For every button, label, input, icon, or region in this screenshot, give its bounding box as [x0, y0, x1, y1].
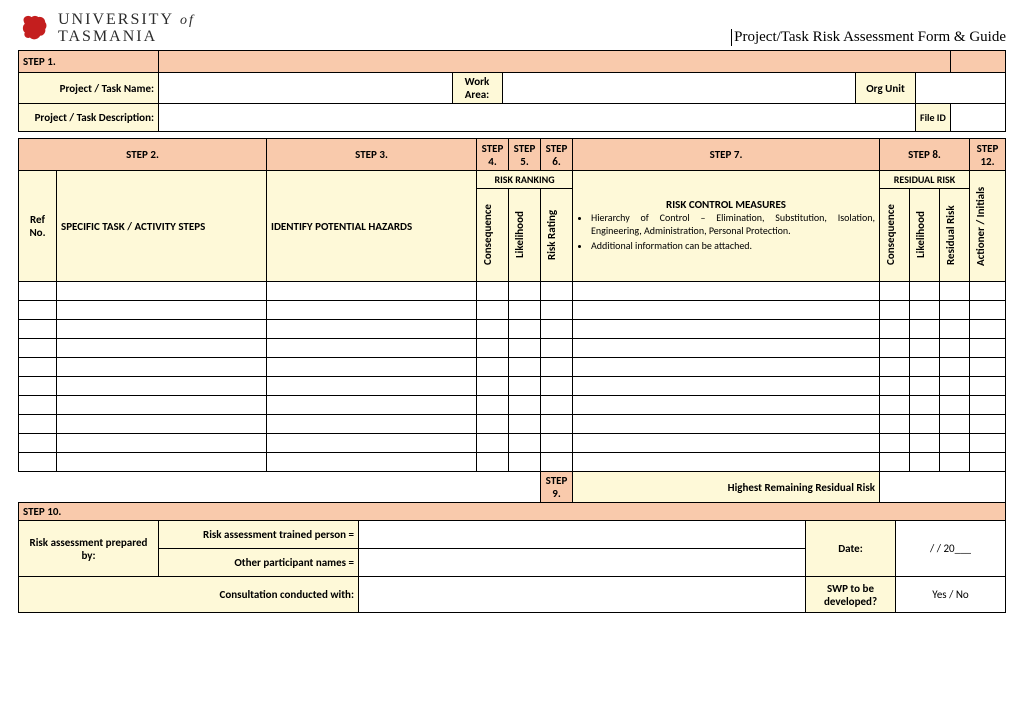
table-row [19, 377, 1006, 396]
file-id-label: File ID [916, 104, 951, 132]
step6-label: STEP 6. [541, 139, 573, 171]
risk-control-title: RISK CONTROL MEASURES [577, 198, 875, 211]
other-names-label: Other participant names = [159, 549, 359, 577]
res-consequence-header: Consequence [880, 189, 910, 282]
trained-person-value [359, 521, 806, 549]
university-name: UNIVERSITY of TASMANIA [58, 12, 195, 46]
page-title: Project/Task Risk Assessment Form & Guid… [731, 29, 1006, 46]
risk-control-header: RISK CONTROL MEASURES Hierarchy of Contr… [573, 171, 880, 282]
table-row [19, 339, 1006, 358]
step1-table: STEP 1. Project / Task Name: Work Area: … [18, 50, 1006, 132]
likelihood-header: Likelihood [509, 189, 541, 282]
project-desc-value [159, 104, 916, 132]
identify-hazards-header: IDENTIFY POTENTIAL HAZARDS [267, 171, 477, 282]
work-area-label: Work Area: [452, 73, 502, 104]
date-label: Date: [806, 521, 896, 577]
risk-ranking-header: RISK RANKING [477, 171, 573, 189]
step4-label: STEP 4. [477, 139, 509, 171]
step10-label: STEP 10. [19, 503, 1006, 521]
step1-spacer [159, 51, 951, 73]
swp-value: Yes / No [896, 577, 1006, 613]
consequence-header: Consequence [477, 189, 509, 282]
step5-label: STEP 5. [509, 139, 541, 171]
table-row [19, 453, 1006, 472]
step9-label: STEP 9. [541, 472, 573, 503]
work-area-value [502, 73, 856, 104]
step3-label: STEP 3. [267, 139, 477, 171]
risk-rating-header: Risk Rating [541, 189, 573, 282]
table-row [19, 301, 1006, 320]
step10-table: STEP 10. Risk assessment prepared by: Ri… [18, 502, 1006, 613]
project-name-label: Project / Task Name: [19, 73, 159, 104]
trained-person-label: Risk assessment trained person = [159, 521, 359, 549]
step9-text: Highest Remaining Residual Risk [573, 472, 880, 503]
main-grid: STEP 2. STEP 3. STEP 4. STEP 5. STEP 6. … [18, 138, 1006, 503]
consultation-value [359, 577, 806, 613]
step1-corner [951, 51, 1006, 73]
file-id-value [951, 104, 1006, 132]
residual-risk-header: RESIDUAL RISK [880, 171, 970, 189]
table-row [19, 396, 1006, 415]
step2-label: STEP 2. [19, 139, 267, 171]
table-row [19, 358, 1006, 377]
date-value: / / 20___ [896, 521, 1006, 577]
step7-label: STEP 7. [573, 139, 880, 171]
consultation-label: Consultation conducted with: [19, 577, 359, 613]
table-row [19, 415, 1006, 434]
res-rating-header: Residual Risk [940, 189, 970, 282]
ref-no-header: Ref No. [19, 171, 57, 282]
step12-label: STEP 12. [970, 139, 1006, 171]
lion-icon [18, 12, 52, 46]
table-row [19, 320, 1006, 339]
res-likelihood-header: Likelihood [910, 189, 940, 282]
specific-task-header: SPECIFIC TASK / ACTIVITY STEPS [57, 171, 267, 282]
project-desc-label: Project / Task Description: [19, 104, 159, 132]
step9-value [880, 472, 1006, 503]
table-row [19, 434, 1006, 453]
university-logo: UNIVERSITY of TASMANIA [18, 12, 195, 46]
other-names-value [359, 549, 806, 577]
actioner-header: Actioner / Initials [970, 171, 1006, 282]
org-unit-value [916, 73, 1006, 104]
step8-label: STEP 8. [880, 139, 970, 171]
swp-label: SWP to be developed? [806, 577, 896, 613]
hoc-bullet-2: Additional information can be attached. [591, 239, 875, 252]
table-row [19, 282, 1006, 301]
org-unit-label: Org Unit [856, 73, 916, 104]
hoc-bullet-1: Hierarchy of Control – Elimination, Subs… [591, 211, 875, 237]
prepared-by-label: Risk assessment prepared by: [19, 521, 159, 577]
project-name-value [159, 73, 452, 104]
step1-label: STEP 1. [19, 51, 159, 73]
